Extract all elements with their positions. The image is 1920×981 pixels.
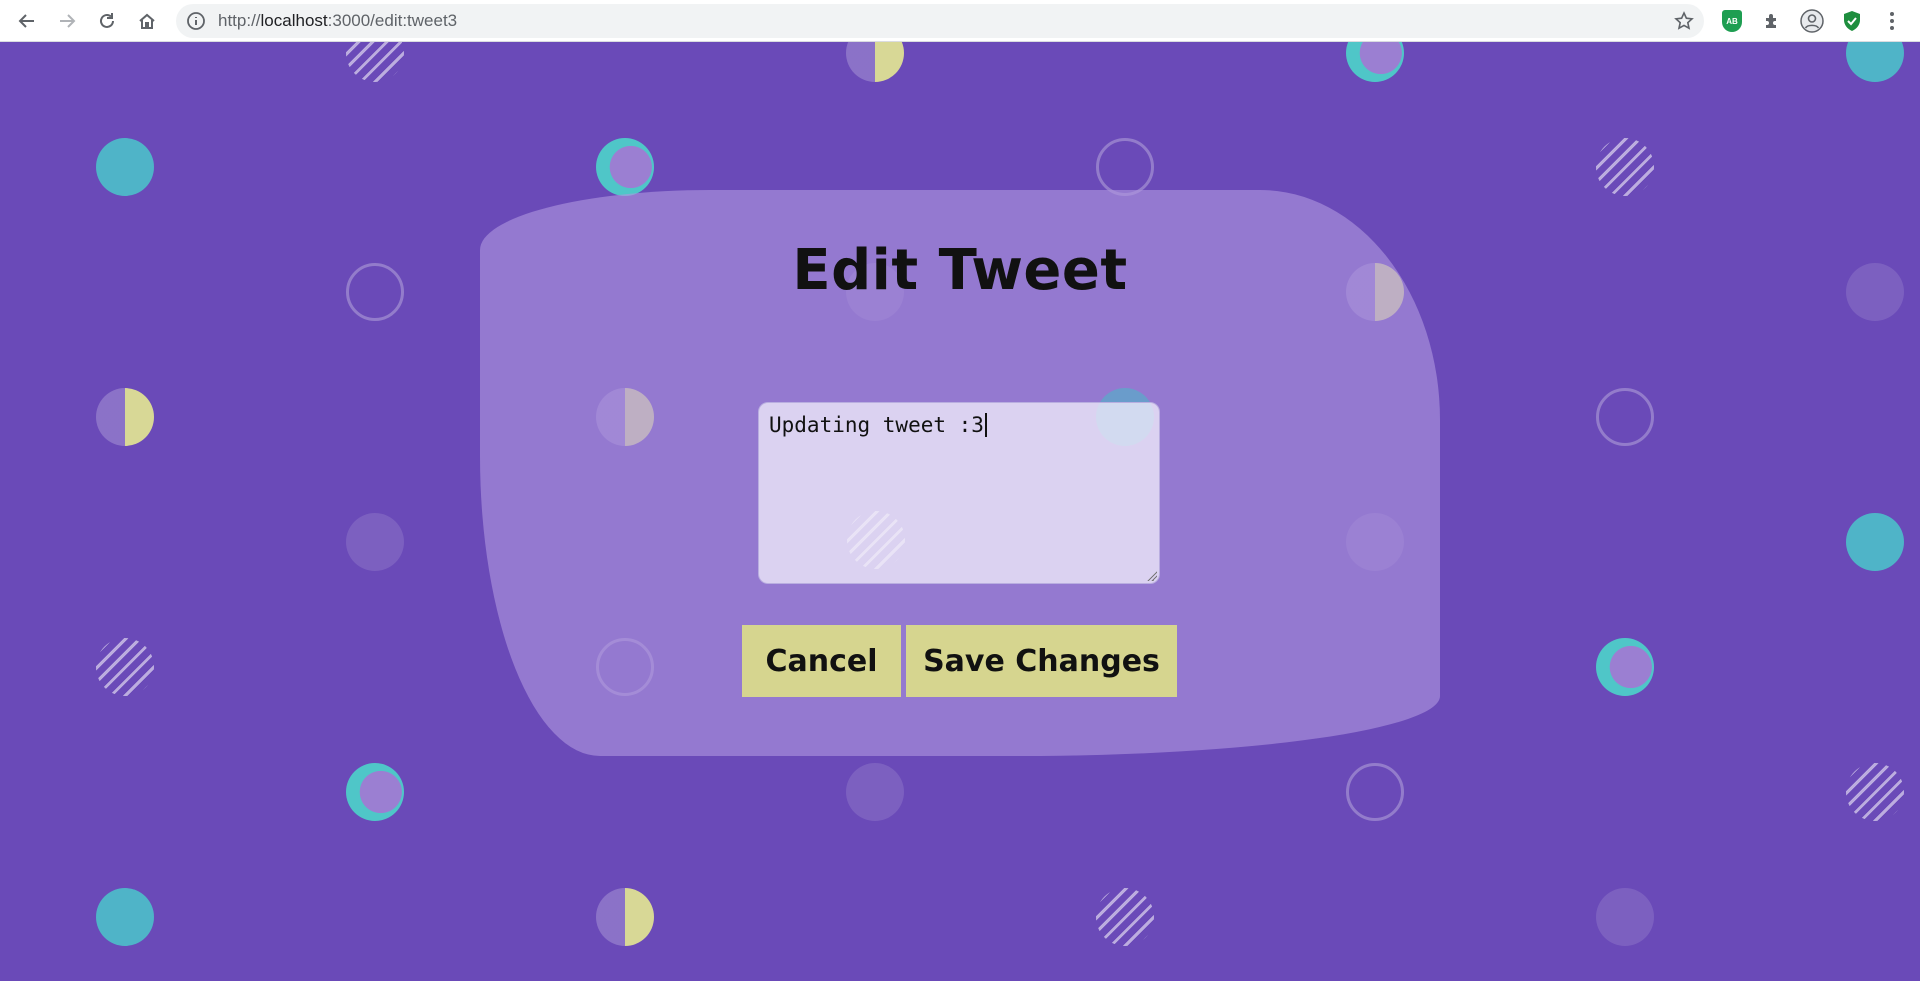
adblock-extension-icon[interactable]: AB	[1712, 0, 1752, 42]
back-icon[interactable]	[7, 0, 47, 42]
pattern-dot	[847, 511, 905, 569]
text-caret	[984, 413, 987, 437]
page-title: Edit Tweet	[792, 238, 1128, 303]
shield-extension-icon[interactable]	[1832, 0, 1872, 42]
browser-toolbar: http://localhost:3000/edit:tweet3 AB	[0, 0, 1920, 42]
pattern-dot	[846, 42, 904, 82]
url-text[interactable]: http://localhost:3000/edit:tweet3	[218, 4, 457, 38]
pattern-dot	[1846, 763, 1904, 821]
pattern-dot	[1596, 638, 1654, 696]
forward-icon[interactable]	[47, 0, 87, 42]
address-bar[interactable]: http://localhost:3000/edit:tweet3	[176, 4, 1704, 38]
pattern-dot	[1596, 388, 1654, 446]
tweet-textarea-value: Updating tweet :3	[769, 413, 987, 437]
pattern-dot	[346, 513, 404, 571]
pattern-dot	[346, 763, 404, 821]
pattern-dot	[846, 763, 904, 821]
resize-handle-icon[interactable]	[1147, 571, 1157, 581]
pattern-dot	[1096, 888, 1154, 946]
cancel-button[interactable]: Cancel	[742, 625, 901, 697]
menu-kebab-icon[interactable]	[1872, 0, 1912, 42]
profile-avatar-icon[interactable]	[1792, 0, 1832, 42]
pattern-dot	[96, 638, 154, 696]
site-info-icon[interactable]	[186, 11, 206, 35]
pattern-dot	[346, 42, 404, 82]
pattern-dot	[1846, 513, 1904, 571]
pattern-dot	[96, 388, 154, 446]
pattern-dot	[596, 888, 654, 946]
pattern-dot	[1346, 763, 1404, 821]
pattern-dot	[596, 138, 654, 196]
save-changes-button[interactable]: Save Changes	[906, 625, 1177, 697]
home-icon[interactable]	[127, 0, 167, 42]
bookmark-star-icon[interactable]	[1674, 11, 1694, 35]
pattern-dot	[96, 888, 154, 946]
pattern-dot	[96, 138, 154, 196]
pattern-dot	[1846, 42, 1904, 82]
pattern-dot	[1596, 888, 1654, 946]
pattern-dot	[1346, 42, 1404, 82]
pattern-dot	[1596, 138, 1654, 196]
reload-icon[interactable]	[87, 0, 127, 42]
pattern-dot	[1096, 138, 1154, 196]
extensions-puzzle-icon[interactable]	[1752, 0, 1792, 42]
tweet-textarea[interactable]: Updating tweet :3	[758, 402, 1160, 584]
